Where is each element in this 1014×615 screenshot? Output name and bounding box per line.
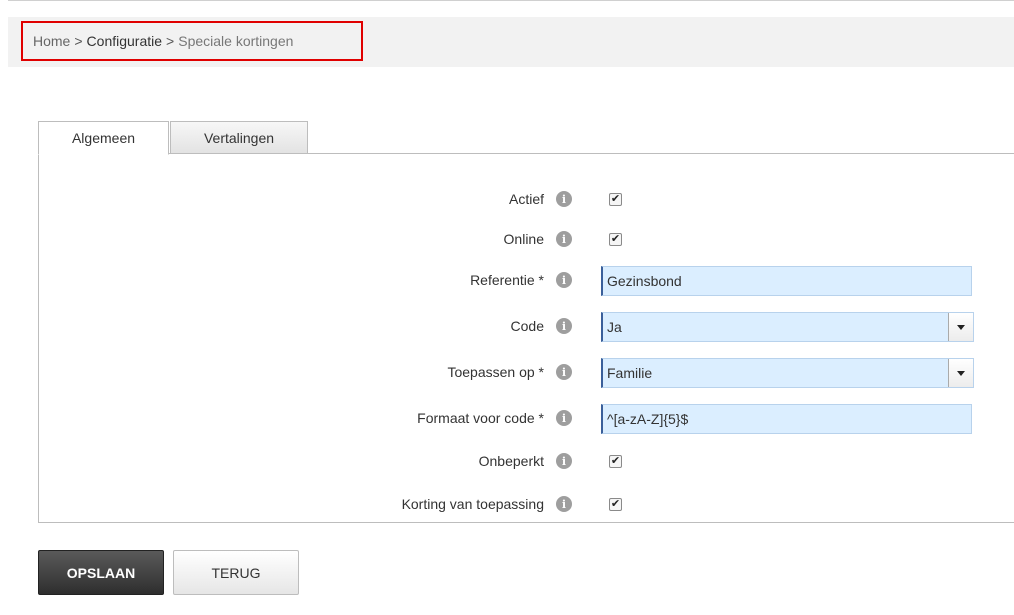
onbeperkt-checkbox[interactable]: ✔	[609, 455, 622, 468]
breadcrumb-home[interactable]: Home	[33, 33, 70, 49]
breadcrumb-separator: >	[166, 33, 175, 49]
info-icon[interactable]: i	[556, 453, 572, 469]
back-button[interactable]: TERUG	[173, 550, 299, 595]
referentie-label: Referentie *	[470, 272, 544, 288]
tab-algemeen[interactable]: Algemeen	[38, 121, 169, 155]
breadcrumb-separator: >	[74, 33, 83, 49]
onbeperkt-label: Onbeperkt	[478, 453, 544, 469]
row-code: Code i Ja	[0, 312, 1014, 342]
breadcrumb: Home > Configuratie > Speciale kortingen	[21, 21, 363, 61]
row-formaat: Formaat voor code * i ^[a-zA-Z]{5}$	[0, 404, 1014, 434]
chevron-down-icon[interactable]	[948, 313, 973, 341]
toepassen-op-select[interactable]: Familie	[601, 358, 974, 388]
korting-label: Korting van toepassing	[401, 496, 544, 512]
code-label: Code	[510, 318, 544, 334]
row-onbeperkt: Onbeperkt i ✔	[0, 447, 1014, 475]
breadcrumb-configuratie[interactable]: Configuratie	[87, 33, 163, 49]
info-icon[interactable]: i	[556, 318, 572, 334]
top-border	[8, 0, 1014, 1]
chevron-down-icon[interactable]	[948, 359, 973, 387]
online-checkbox[interactable]: ✔	[609, 233, 622, 246]
code-select[interactable]: Ja	[601, 312, 974, 342]
row-toepassen-op: Toepassen op * i Familie	[0, 358, 1014, 388]
info-icon[interactable]: i	[556, 191, 572, 207]
row-online: Online i ✔	[0, 225, 1014, 253]
toepassen-op-label: Toepassen op *	[447, 364, 544, 380]
breadcrumb-current: Speciale kortingen	[178, 33, 294, 49]
online-label: Online	[503, 231, 544, 247]
code-select-value: Ja	[607, 319, 622, 335]
row-referentie: Referentie * i Gezinsbond	[0, 266, 1014, 296]
actief-label: Actief	[508, 191, 544, 207]
row-actief: Actief i ✔	[0, 185, 1014, 213]
formaat-label: Formaat voor code *	[417, 410, 544, 426]
row-korting: Korting van toepassing i ✔	[0, 490, 1014, 518]
info-icon[interactable]: i	[556, 496, 572, 512]
info-icon[interactable]: i	[556, 272, 572, 288]
tab-vertalingen[interactable]: Vertalingen	[170, 121, 308, 154]
formaat-input[interactable]: ^[a-zA-Z]{5}$	[601, 404, 972, 434]
referentie-input[interactable]: Gezinsbond	[601, 266, 972, 296]
korting-checkbox[interactable]: ✔	[609, 498, 622, 511]
save-button[interactable]: OPSLAAN	[38, 550, 164, 595]
info-icon[interactable]: i	[556, 410, 572, 426]
info-icon[interactable]: i	[556, 231, 572, 247]
toepassen-op-select-value: Familie	[607, 365, 653, 381]
actief-checkbox[interactable]: ✔	[609, 193, 622, 206]
info-icon[interactable]: i	[556, 364, 572, 380]
